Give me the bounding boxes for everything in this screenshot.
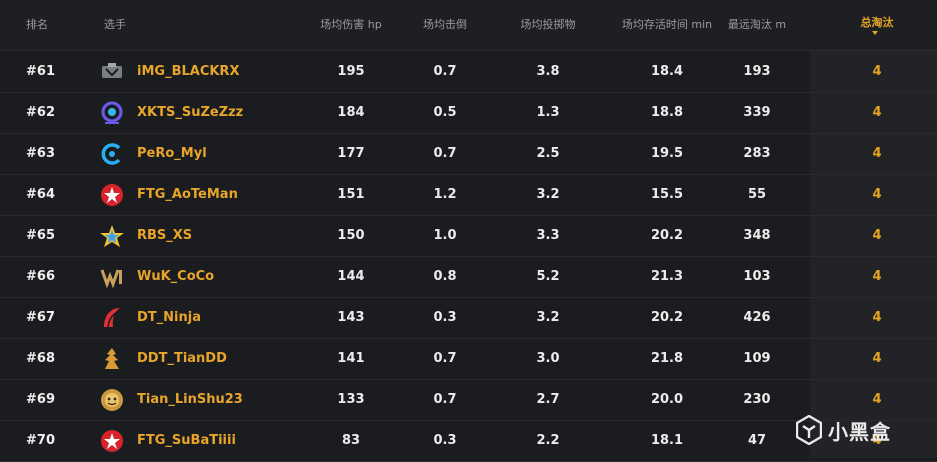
ftg-team-logo	[98, 181, 126, 209]
rank-cell: #61	[26, 64, 55, 79]
rank-cell: #68	[26, 351, 55, 366]
player-stats-table: 排名 选手 场均伤害 hp 场均击倒 场均投掷物 场均存活时间 min 最远淘汰…	[0, 0, 937, 462]
rank-cell: #69	[26, 392, 55, 407]
total-kills-cell: 4	[872, 105, 882, 120]
rank-cell: #62	[26, 105, 55, 120]
rank-cell: #64	[26, 187, 55, 202]
sort-desc-icon[interactable]	[872, 31, 878, 35]
total-kills-cell: 4	[872, 351, 882, 366]
longest-kill-cell: 283	[743, 146, 771, 161]
kills-cell: 0.7	[433, 392, 457, 407]
rank-cell: #67	[26, 310, 55, 325]
img-team-logo	[98, 58, 126, 86]
ddt-team-logo	[98, 345, 126, 373]
table-row[interactable]: #62 XKTS_SuZeZzz 184 0.5 1.3 18.8 339 4	[0, 92, 937, 134]
total-kills-cell: 4	[872, 64, 882, 79]
player-name-link[interactable]: FTG_SuBaTiiii	[137, 420, 236, 461]
kills-cell: 0.5	[433, 105, 457, 120]
player-name-link[interactable]: FTG_AoTeMan	[137, 174, 238, 215]
rank-cell: #66	[26, 269, 55, 284]
total-kills-cell: 4	[872, 228, 882, 243]
kills-cell: 0.3	[433, 433, 457, 448]
table-row[interactable]: #65 RBS_XS 150 1.0 3.3 20.2 348 4	[0, 215, 937, 257]
longest-kill-cell: 109	[743, 351, 771, 366]
table-row[interactable]: #63 PeRo_Myl 177 0.7 2.5 19.5 283 4	[0, 133, 937, 175]
rank-cell: #65	[26, 228, 55, 243]
table-row[interactable]: #67 DT_Ninja 143 0.3 3.2 20.2 426 4	[0, 297, 937, 339]
longest-kill-cell: 193	[743, 64, 771, 79]
player-name-link[interactable]: PeRo_Myl	[137, 133, 207, 174]
header-kills[interactable]: 场均击倒	[385, 0, 505, 50]
kills-cell: 1.2	[433, 187, 457, 202]
wuk-team-logo	[98, 263, 126, 291]
header-total-kills[interactable]: 总淘汰	[817, 0, 937, 50]
total-kills-cell: 4	[872, 310, 882, 325]
rank-cell: #63	[26, 146, 55, 161]
xiaoheihe-logo-icon	[796, 415, 822, 445]
longest-kill-cell: 103	[743, 269, 771, 284]
rbs-team-logo	[98, 222, 126, 250]
total-kills-cell: 4	[872, 269, 882, 284]
pero-team-logo	[98, 140, 126, 168]
longest-kill-cell: 348	[743, 228, 771, 243]
player-name-link[interactable]: RBS_XS	[137, 215, 192, 256]
watermark-text: 小黑盒	[828, 419, 891, 444]
player-name-link[interactable]: XKTS_SuZeZzz	[137, 92, 243, 133]
tian-team-logo	[98, 386, 126, 414]
player-name-link[interactable]: DT_Ninja	[137, 297, 201, 338]
table-row[interactable]: #64 FTG_AoTeMan 151 1.2 3.2 15.5 55 4	[0, 174, 937, 216]
header-player[interactable]: 选手	[104, 0, 126, 50]
table-row[interactable]: #61 iMG_BLACKRX 195 0.7 3.8 18.4 193 4	[0, 51, 937, 93]
kills-cell: 0.7	[433, 146, 457, 161]
kills-cell: 1.0	[433, 228, 457, 243]
player-name-link[interactable]: iMG_BLACKRX	[137, 51, 239, 92]
longest-kill-cell: 55	[747, 187, 767, 202]
total-kills-cell: 4	[872, 187, 882, 202]
header-longest-kill[interactable]: 最远淘汰 m	[697, 0, 817, 50]
kills-cell: 0.3	[433, 310, 457, 325]
longest-kill-cell: 339	[743, 105, 771, 120]
player-name-link[interactable]: DDT_TianDD	[137, 338, 227, 379]
xkts-team-logo	[98, 99, 126, 127]
player-name-link[interactable]: WuK_CoCo	[137, 256, 214, 297]
table-row[interactable]: #68 DDT_TianDD 141 0.7 3.0 21.8 109 4	[0, 338, 937, 380]
dt-team-logo	[98, 304, 126, 332]
player-name-link[interactable]: Tian_LinShu23	[137, 379, 243, 420]
kills-cell: 0.7	[433, 64, 457, 79]
table-header: 排名 选手 场均伤害 hp 场均击倒 场均投掷物 场均存活时间 min 最远淘汰…	[0, 0, 937, 51]
table-row[interactable]: #66 WuK_CoCo 144 0.8 5.2 21.3 103 4	[0, 256, 937, 298]
kills-cell: 0.8	[433, 269, 457, 284]
ftg-team-logo	[98, 427, 126, 455]
longest-kill-cell: 426	[743, 310, 771, 325]
total-kills-cell: 4	[872, 146, 882, 161]
kills-cell: 0.7	[433, 351, 457, 366]
header-rank[interactable]: 排名	[26, 0, 48, 50]
xiaoheihe-watermark: 小黑盒	[796, 410, 926, 450]
rank-cell: #70	[26, 433, 55, 448]
